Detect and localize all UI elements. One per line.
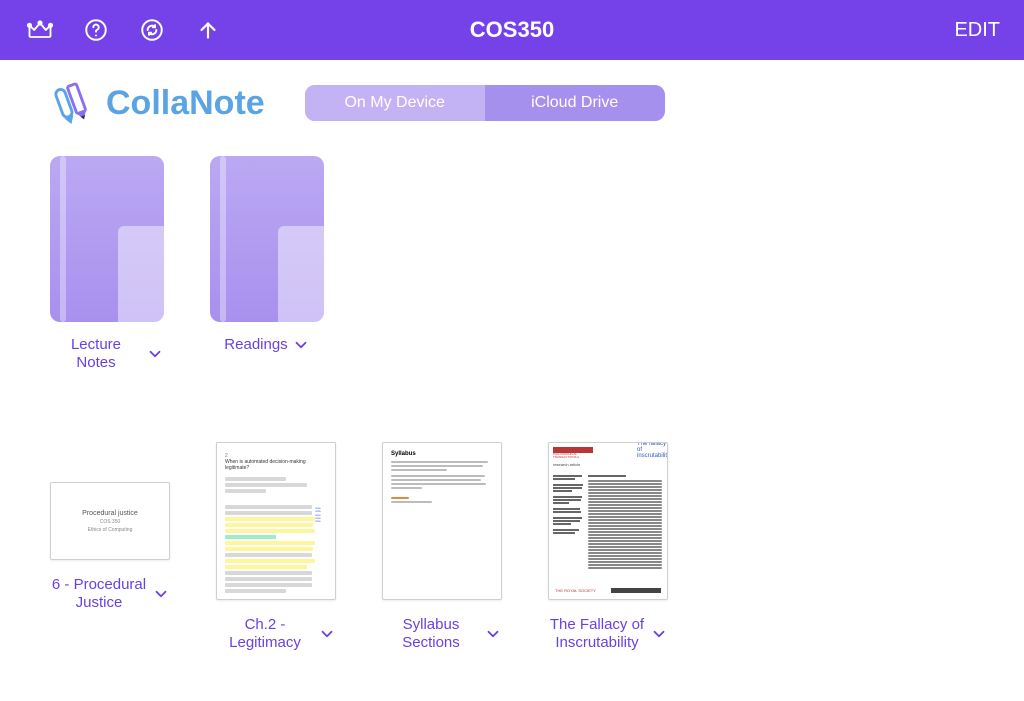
document-thumbnail: PHILOSOPHICAL TRANSACTIONS A The fallacy…	[548, 442, 668, 600]
folder-label-row[interactable]: Lecture Notes	[50, 336, 164, 372]
chevron-down-icon[interactable]	[292, 336, 310, 354]
thumb-footer: THE ROYAL SOCIETY	[555, 588, 596, 593]
chevron-down-icon[interactable]	[484, 625, 502, 643]
upload-icon[interactable]	[192, 14, 224, 46]
sync-icon[interactable]	[136, 14, 168, 46]
documents-row: Procedural justice COS 350 Ethics of Com…	[50, 442, 974, 652]
collanote-mark-icon	[50, 80, 96, 126]
document-thumbnail: Syllabus	[382, 442, 502, 600]
document-label-row[interactable]: Ch.2 - Legitimacy	[216, 616, 336, 652]
chevron-down-icon[interactable]	[318, 625, 336, 643]
document-thumbnail: Procedural justice COS 350 Ethics of Com…	[50, 482, 170, 560]
document-label: The Fallacy of Inscrutability	[548, 616, 646, 652]
document-label: Ch.2 - Legitimacy	[216, 616, 314, 652]
top-bar: COS350 EDIT	[0, 0, 1024, 60]
crown-icon[interactable]	[24, 14, 56, 46]
folder-icon	[210, 156, 324, 322]
document-label-row[interactable]: Syllabus Sections	[382, 616, 502, 652]
document-label: 6 - Procedural Justice	[50, 576, 148, 612]
document-label-row[interactable]: The Fallacy of Inscrutability	[548, 616, 668, 652]
thumb-title: Syllabus	[391, 451, 493, 457]
chevron-down-icon[interactable]	[152, 585, 170, 603]
folder-readings[interactable]: Readings	[210, 156, 324, 354]
chevron-down-icon[interactable]	[650, 625, 668, 643]
storage-segmented-control: On My Device iCloud Drive	[305, 85, 665, 121]
thumb-title: Procedural justice	[82, 510, 138, 517]
segment-icloud-drive[interactable]: iCloud Drive	[485, 85, 665, 121]
folders-row: Lecture Notes Readings	[50, 156, 974, 372]
document-label: Syllabus Sections	[382, 616, 480, 652]
content-area: Lecture Notes Readings Procedural justic…	[0, 126, 1024, 652]
header-row: CollaNote On My Device iCloud Drive	[0, 60, 1024, 126]
help-icon[interactable]	[80, 14, 112, 46]
folder-label: Readings	[224, 336, 287, 354]
thumb-heading: When is automated decision-making legiti…	[225, 459, 327, 471]
folder-lecture-notes[interactable]: Lecture Notes	[50, 156, 164, 372]
document-syllabus-sections[interactable]: Syllabus Syllabus Sections	[382, 442, 502, 652]
segment-on-my-device[interactable]: On My Device	[305, 85, 485, 121]
app-logo: CollaNote	[50, 80, 265, 126]
document-thumbnail: 2 When is automated decision-making legi…	[216, 442, 336, 600]
margin-annotation: notenotenotenotenote	[315, 507, 333, 523]
document-label-row[interactable]: 6 - Procedural Justice	[50, 576, 170, 612]
chevron-down-icon[interactable]	[146, 345, 164, 363]
thumb-subtitle: Ethics of Computing	[88, 527, 133, 533]
folder-icon	[50, 156, 164, 322]
thumb-subtitle: COS 350	[100, 519, 121, 525]
top-bar-left-icons	[24, 14, 224, 46]
edit-button[interactable]: EDIT	[954, 19, 1000, 42]
folder-label-row[interactable]: Readings	[224, 336, 309, 354]
document-fallacy-of-inscrutability[interactable]: PHILOSOPHICAL TRANSACTIONS A The fallacy…	[548, 442, 668, 652]
document-procedural-justice[interactable]: Procedural justice COS 350 Ethics of Com…	[50, 442, 170, 612]
document-ch2-legitimacy[interactable]: 2 When is automated decision-making legi…	[216, 442, 336, 652]
thumb-title: The fallacy of inscrutability	[637, 442, 668, 459]
folder-label: Lecture Notes	[50, 336, 142, 372]
app-logo-text: CollaNote	[106, 84, 265, 123]
